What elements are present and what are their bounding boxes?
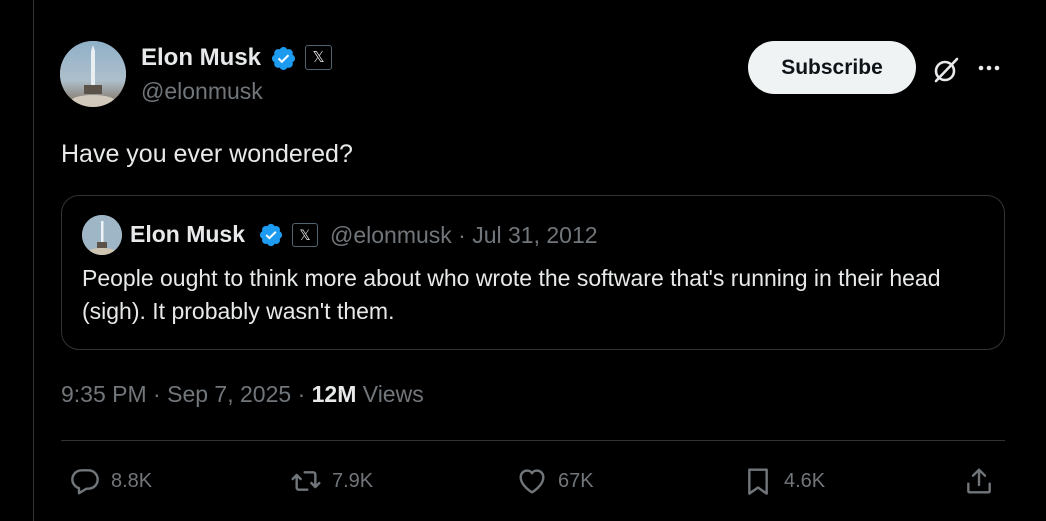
repost-count: 7.9K: [332, 469, 374, 492]
author-name[interactable]: Elon Musk: [141, 44, 261, 72]
like-button[interactable]: 67K: [516, 464, 594, 498]
quoted-verified-badge-icon: [259, 223, 283, 247]
reply-count: 8.8K: [111, 469, 153, 492]
separator: ·: [297, 381, 306, 407]
quoted-x-badge-icon: 𝕏: [292, 223, 318, 247]
share-button[interactable]: [963, 464, 995, 498]
post-text: Have you ever wondered?: [61, 140, 353, 168]
post-time[interactable]: 9:35 PM: [61, 381, 147, 407]
quoted-avatar-image: [82, 215, 122, 255]
bookmark-count: 4.6K: [784, 469, 826, 492]
reply-button[interactable]: 8.8K: [69, 464, 152, 498]
quoted-meta: @elonmusk · Jul 31, 2012: [330, 222, 598, 248]
post-timestamp: 9:35 PM · Sep 7, 2025 · 12M Views: [61, 381, 424, 408]
bookmark-button[interactable]: 4.6K: [742, 464, 825, 498]
avatar-image: [60, 41, 126, 107]
share-icon: [967, 468, 991, 494]
subscribe-button[interactable]: Subscribe: [748, 41, 916, 94]
post-date[interactable]: Sep 7, 2025: [167, 381, 291, 407]
author-handle[interactable]: @elonmusk: [141, 78, 263, 105]
quoted-text: People ought to think more about who wro…: [82, 265, 941, 324]
avatar[interactable]: [60, 41, 126, 107]
reply-icon: [71, 469, 99, 495]
repost-button[interactable]: 7.9K: [290, 464, 373, 498]
quoted-author-name: Elon Musk: [130, 221, 246, 247]
like-count: 67K: [558, 469, 594, 492]
quoted-avatar: [82, 215, 122, 255]
more-icon[interactable]: [974, 56, 1004, 80]
views-count: 12M: [311, 381, 357, 407]
repost-icon: [291, 471, 321, 491]
bookmark-icon: [748, 468, 768, 495]
like-icon: [519, 469, 545, 494]
views-label: Views: [362, 381, 424, 407]
separator: ·: [153, 381, 161, 407]
divider: [61, 440, 1005, 441]
grok-icon[interactable]: [931, 55, 961, 85]
verified-badge-icon[interactable]: [270, 45, 297, 72]
x-badge-icon[interactable]: 𝕏: [305, 45, 332, 70]
